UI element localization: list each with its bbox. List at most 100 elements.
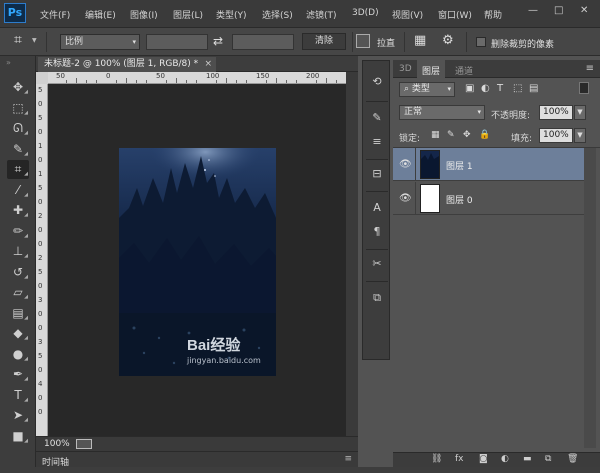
clone-stamp-tool[interactable]: ⊥ ◢ — [7, 242, 29, 261]
layers-panel-footer: ⛓ fx ◙ ◐ ▬ ⧉ 🗑 — [393, 452, 600, 467]
straighten-label[interactable]: 拉直 — [377, 36, 395, 49]
eye-icon[interactable]: 👁 — [399, 193, 412, 204]
eyedropper-tool[interactable]: ⁄ ◢ — [7, 181, 29, 200]
fill-dropdown-icon[interactable]: ▼ — [574, 128, 586, 143]
panel-menu-icon[interactable]: ≡ — [586, 63, 594, 74]
group-icon[interactable]: ▬ — [523, 454, 532, 464]
mask-icon[interactable]: ◙ — [479, 454, 488, 464]
fill-field[interactable]: 100% — [539, 128, 573, 143]
swap-icon[interactable]: ⇄ — [213, 34, 223, 48]
layer-comps-icon[interactable]: ⧉ — [367, 289, 387, 307]
history-panel-icon[interactable]: ⟲ — [367, 73, 387, 91]
quick-select-tool[interactable]: ✎ ◢ — [7, 140, 29, 159]
menu-layer[interactable]: 图层(L) — [173, 8, 203, 21]
paragraph-panel-icon[interactable]: ¶ — [367, 223, 387, 241]
vertical-scrollbar[interactable] — [346, 72, 358, 436]
width-field[interactable] — [146, 34, 208, 50]
lock-all-icon[interactable]: 🔒 — [479, 130, 490, 140]
menu-select[interactable]: 选择(S) — [262, 8, 293, 21]
layer-row-1[interactable]: 👁 图层 1 — [393, 148, 584, 181]
dodge-tool[interactable]: ● ◢ — [7, 345, 29, 364]
menu-edit[interactable]: 编辑(E) — [85, 8, 116, 21]
filter-type-select[interactable]: ⌕ 类型 ▾ — [399, 82, 455, 97]
layer-name[interactable]: 图层 1 — [446, 159, 473, 172]
filter-pixel-icon[interactable]: ▣ — [465, 83, 474, 94]
menu-view[interactable]: 视图(V) — [392, 8, 423, 21]
brush-presets-icon[interactable]: ≡ — [367, 133, 387, 151]
height-field[interactable] — [232, 34, 294, 50]
ratio-select[interactable]: 比例 ▾ — [60, 34, 140, 50]
lock-pixels-icon[interactable]: ✎ — [447, 130, 455, 140]
new-layer-icon[interactable]: ⧉ — [545, 454, 551, 464]
filter-type-icon[interactable]: T — [497, 83, 503, 94]
brush-panel-icon[interactable]: ✎ — [367, 109, 387, 127]
menu-help[interactable]: 帮助 — [484, 8, 502, 21]
separator — [46, 32, 47, 52]
blend-mode-select[interactable]: 正常 ▾ — [399, 105, 485, 120]
document-image[interactable]: Bai经验 jingyan.baidu.com — [119, 148, 276, 376]
clone-source-icon[interactable]: ⊟ — [367, 165, 387, 183]
menu-filter[interactable]: 滤镜(T) — [306, 8, 337, 21]
clear-button[interactable]: 清除 — [302, 33, 346, 50]
overlay-grid-icon[interactable]: ▦ — [414, 33, 426, 48]
opacity-field[interactable]: 100% — [539, 105, 573, 120]
menu-type[interactable]: 类型(Y) — [216, 8, 247, 21]
opacity-dropdown-icon[interactable]: ▼ — [574, 105, 586, 120]
path-selection-tool[interactable]: ➤ ◢ — [7, 406, 29, 425]
status-info-icon[interactable] — [76, 439, 92, 449]
maximize-button[interactable]: □ — [554, 5, 563, 16]
close-window-button[interactable]: ✕ — [580, 5, 588, 16]
document-tab[interactable]: 未标题-2 @ 100% (图层 1, RGB/8) * × — [38, 57, 216, 72]
menu-window[interactable]: 窗口(W) — [438, 8, 472, 21]
brush-tool[interactable]: ✏ ◢ — [7, 222, 29, 241]
eraser-tool[interactable]: ▱ ◢ — [7, 283, 29, 302]
filter-smart-object-icon[interactable]: ▤ — [529, 83, 538, 94]
filter-adjustment-icon[interactable]: ◐ — [481, 83, 490, 94]
blur-tool[interactable]: ◆ ◢ — [7, 324, 29, 343]
healing-brush-tool[interactable]: ✚ ◢ — [7, 201, 29, 220]
marquee-tool[interactable]: ⬚ ◢ — [7, 99, 29, 118]
timeline-menu-icon[interactable]: ≡ — [344, 454, 352, 464]
menu-image[interactable]: 图像(I) — [130, 8, 158, 21]
dock-divider — [366, 281, 388, 282]
lock-position-icon[interactable]: ✥ — [463, 130, 471, 140]
close-icon[interactable]: × — [204, 57, 212, 72]
pen-tool[interactable]: ✒ ◢ — [7, 365, 29, 384]
link-icon[interactable]: ⛓ — [431, 454, 442, 464]
zoom-value[interactable]: 100% — [44, 439, 70, 449]
menu-file[interactable]: 文件(F) — [40, 8, 70, 21]
tool-preset-arrow-icon[interactable]: ▼ — [32, 37, 37, 44]
crop-icon[interactable]: ⌗ — [14, 32, 22, 48]
straighten-icon[interactable] — [356, 34, 370, 48]
crop-tool[interactable]: ⌗ ◢ — [7, 160, 29, 179]
rectangle-tool[interactable]: ■ ◢ — [7, 427, 29, 446]
tab-channels[interactable]: 通道 — [455, 64, 473, 77]
collapse-arrows-icon[interactable]: » — [6, 58, 11, 67]
fx-icon[interactable]: fx — [455, 454, 464, 464]
layer-row-0[interactable]: 👁 图层 0 — [393, 182, 584, 215]
layers-scrollbar[interactable] — [584, 148, 596, 448]
filter-toggle[interactable] — [579, 82, 589, 94]
character-panel-icon[interactable]: A — [367, 199, 387, 217]
menu-3d[interactable]: 3D(D) — [352, 8, 379, 18]
gradient-tool[interactable]: ▤ ◢ — [7, 304, 29, 323]
delete-cropped-checkbox[interactable] — [476, 37, 486, 47]
filter-shape-icon[interactable]: ⬚ — [513, 83, 522, 94]
layer-name[interactable]: 图层 0 — [446, 193, 473, 206]
lock-transparent-icon[interactable]: ▦ — [431, 130, 440, 140]
tool-flyout-arrow-icon: ◢ — [24, 396, 28, 403]
eye-icon[interactable]: 👁 — [399, 159, 412, 170]
panel-dock: ⟲ ✎ ≡ ⊟ A ¶ ✂ ⧉ — [362, 60, 390, 360]
history-brush-tool[interactable]: ↺ ◢ — [7, 263, 29, 282]
adjustment-icon[interactable]: ◐ — [501, 454, 509, 464]
type-tool[interactable]: T ◢ — [7, 386, 29, 405]
trash-icon[interactable]: 🗑 — [567, 454, 578, 464]
tab-layers[interactable]: 图层 — [417, 60, 446, 78]
tab-3d[interactable]: 3D — [399, 64, 412, 74]
minimize-button[interactable]: — — [528, 5, 538, 16]
move-tool[interactable]: ✥ ◢ — [7, 78, 29, 97]
gear-icon[interactable]: ⚙ — [442, 33, 454, 48]
ruler-tick-label: 5 — [38, 86, 43, 94]
tool-presets-icon[interactable]: ✂ — [367, 255, 387, 273]
lasso-tool[interactable]: ᘏ ◢ — [7, 119, 29, 138]
